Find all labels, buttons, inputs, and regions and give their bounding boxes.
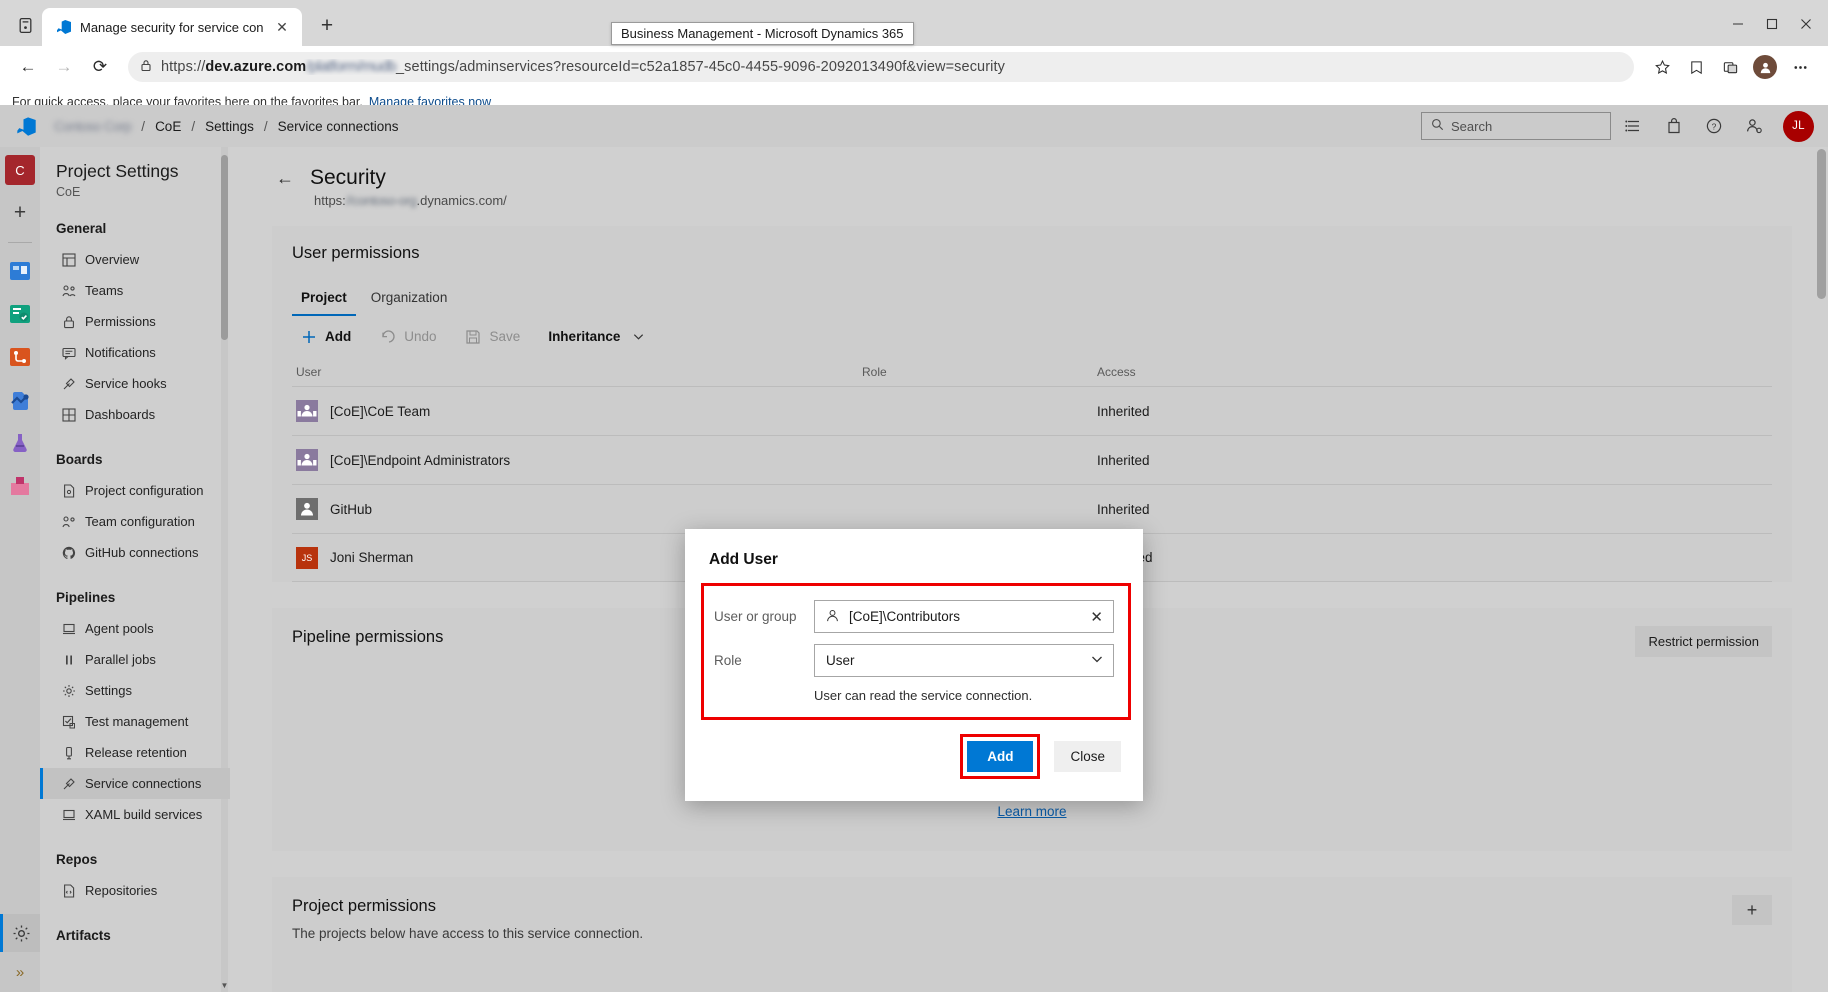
azure-devops-page: Contoso Corp / CoE / Settings / Service … bbox=[0, 105, 1828, 992]
clear-icon[interactable]: ✕ bbox=[1087, 608, 1106, 626]
tab-actions-icon[interactable] bbox=[8, 8, 42, 42]
minimize-button[interactable] bbox=[1722, 8, 1754, 40]
chevron-down-icon bbox=[1090, 652, 1104, 669]
role-select[interactable]: User bbox=[814, 644, 1114, 677]
browser-profile-avatar[interactable] bbox=[1753, 55, 1777, 79]
browser-settings-icon[interactable] bbox=[1784, 51, 1816, 83]
dialog-title: Add User bbox=[709, 551, 778, 568]
dialog-close-button[interactable]: Close bbox=[1054, 741, 1121, 772]
add-button-highlight: Add bbox=[960, 734, 1041, 779]
user-or-group-input[interactable]: [CoE]\Contributors ✕ bbox=[814, 600, 1114, 633]
dialog-highlight-box: User or group [CoE]\Contributors ✕ Role … bbox=[701, 583, 1131, 720]
browser-essentials-icon[interactable] bbox=[1714, 51, 1746, 83]
window-close-button[interactable] bbox=[1790, 8, 1822, 40]
reload-button[interactable]: ⟳ bbox=[84, 51, 116, 83]
user-or-group-row: User or group [CoE]\Contributors ✕ bbox=[714, 600, 1114, 633]
person-icon bbox=[825, 608, 840, 626]
lock-icon bbox=[140, 59, 152, 75]
browser-navigation-bar: ← → ⟳ https://dev.azure.com/platform/mud… bbox=[0, 46, 1828, 88]
address-bar[interactable]: https://dev.azure.com/platform/mudb_sett… bbox=[128, 52, 1634, 82]
azure-devops-favicon bbox=[56, 19, 72, 35]
collections-icon[interactable] bbox=[1680, 51, 1712, 83]
role-hint: User can read the service connection. bbox=[814, 688, 1033, 703]
tab-strip: Manage security for service conn ✕ + bbox=[0, 0, 1828, 46]
user-or-group-value: [CoE]\Contributors bbox=[849, 609, 961, 624]
role-value: User bbox=[826, 653, 855, 668]
maximize-button[interactable] bbox=[1756, 8, 1788, 40]
close-icon[interactable]: ✕ bbox=[272, 17, 292, 37]
browser-tooltip: Business Management - Microsoft Dynamics… bbox=[611, 22, 914, 45]
favorite-star-icon[interactable] bbox=[1646, 51, 1678, 83]
dialog-actions: Add Close bbox=[685, 720, 1143, 801]
browser-window: Manage security for service conn ✕ + ← →… bbox=[0, 0, 1828, 992]
user-or-group-label: User or group bbox=[714, 609, 797, 624]
role-row: Role User bbox=[714, 644, 1114, 677]
role-label: Role bbox=[714, 653, 742, 668]
add-user-dialog: Add User User or group [CoE]\Contributor… bbox=[685, 529, 1143, 801]
back-button[interactable]: ← bbox=[12, 51, 44, 83]
tab-title: Manage security for service conn bbox=[80, 19, 264, 35]
browser-tab[interactable]: Manage security for service conn ✕ bbox=[42, 8, 302, 46]
dialog-add-button[interactable]: Add bbox=[967, 741, 1034, 772]
url-text: https://dev.azure.com/platform/mudb_sett… bbox=[161, 59, 1005, 75]
browser-toolbar-right bbox=[1646, 51, 1816, 83]
forward-button[interactable]: → bbox=[48, 51, 80, 83]
new-tab-button[interactable]: + bbox=[312, 11, 342, 41]
